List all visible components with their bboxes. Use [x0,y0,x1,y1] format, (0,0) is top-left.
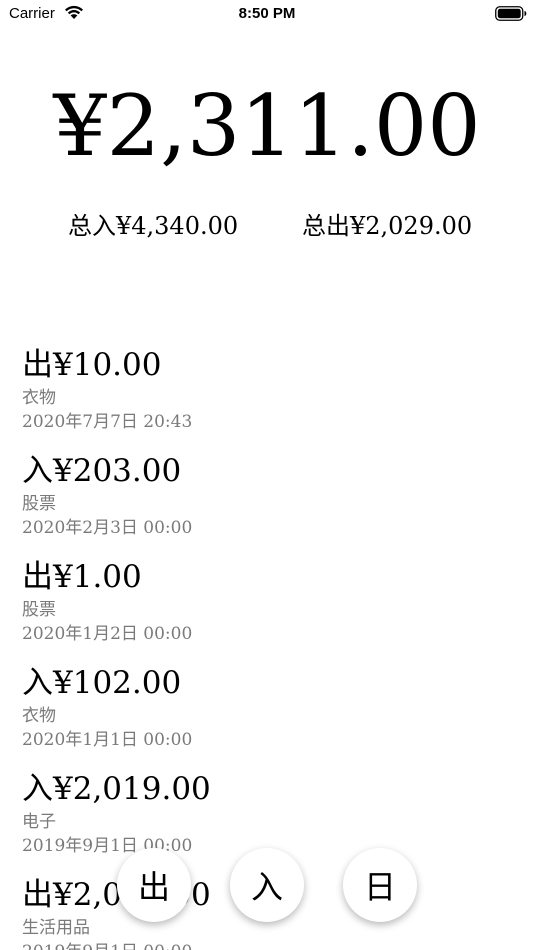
total-expense: 总出¥2,029.00 [302,212,473,240]
entry-date: 2020年7月7日 20:43 [22,412,193,432]
daily-view-button[interactable]: 日 [343,848,417,922]
status-time: 8:50 PM [238,5,296,22]
entry-date: 2020年2月3日 00:00 [22,518,193,538]
total-income: 总入¥4,340.00 [68,212,239,240]
entry-date: 2020年1月1日 00:00 [22,730,193,750]
entry-category: 电子 [22,812,56,832]
entry-amount: 出¥10.00 [22,347,162,383]
battery-icon [495,6,527,21]
entry-date: 2019年9月1日 00:00 [22,939,534,950]
list-item[interactable]: 入¥102.00 衣物 2020年1月1日 00:00 [0,661,534,767]
entry-category: 衣物 [22,706,56,726]
add-income-button[interactable]: 入 [230,848,304,922]
add-expense-button[interactable]: 出 [117,848,191,922]
entry-amount: 入¥2,019.00 [22,771,211,807]
entry-category: 股票 [22,494,56,514]
list-item[interactable]: 入¥203.00 股票 2020年2月3日 00:00 [0,449,534,555]
balance-amount: ¥2,311.00 [53,77,481,175]
entry-amount: 出¥1.00 [22,559,142,595]
list-item[interactable]: 出¥1.00 股票 2020年1月2日 00:00 [0,555,534,661]
entry-amount: 入¥102.00 [22,665,182,701]
entry-category: 股票 [22,600,56,620]
entry-amount: 入¥203.00 [22,453,182,489]
entry-date: 2020年1月2日 00:00 [22,624,193,644]
entry-category: 衣物 [22,388,56,408]
status-bar: Carrier 8:50 PM [0,0,534,28]
list-item[interactable]: 出¥10.00 衣物 2020年7月7日 20:43 [0,343,534,449]
